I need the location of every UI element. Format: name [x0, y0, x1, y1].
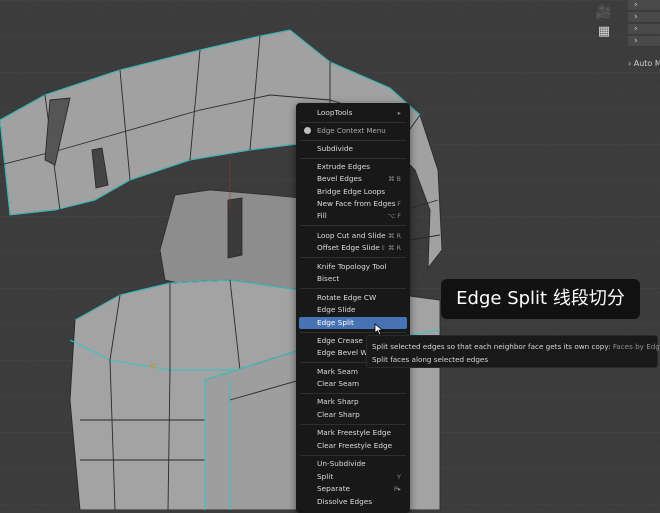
edge-split-tooltip: Split selected edges so that each neighb…: [366, 335, 660, 368]
menu-separator: [300, 288, 406, 289]
tooltip-subtext: Split faces along selected edges: [372, 355, 489, 364]
menu-item-extrude-edges[interactable]: Extrude Edges: [299, 161, 407, 173]
menu-item-fill[interactable]: Fill ⌥ F: [299, 210, 407, 222]
menu-item-split[interactable]: Split Y: [299, 471, 407, 483]
menu-item-knife-topology-tool[interactable]: Knife Topology Tool: [299, 261, 407, 273]
menu-item-edge-slide[interactable]: Edge Slide: [299, 304, 407, 316]
menu-item-mark-sharp[interactable]: Mark Sharp: [299, 396, 407, 408]
menu-item-bridge-edge-loops[interactable]: Bridge Edge Loops: [299, 186, 407, 198]
menu-item-loop-cut-and-slide[interactable]: Loop Cut and Slide ⌘ R: [299, 230, 407, 242]
menu-item-bisect[interactable]: Bisect: [299, 273, 407, 285]
menu-item-clear-sharp[interactable]: Clear Sharp: [299, 409, 407, 421]
menu-item-dissolve-edges[interactable]: Dissolve Edges: [299, 496, 407, 508]
menu-item-looptools[interactable]: LoopTools ▸: [299, 107, 407, 119]
menu-item-clear-freestyle-edge[interactable]: Clear Freestyle Edge: [299, 440, 407, 452]
menu-separator: [300, 393, 406, 394]
menu-separator: [300, 122, 406, 123]
menu-item-offset-edge-slide[interactable]: Offset Edge Slide ⇧ ⌘ R: [299, 242, 407, 254]
collapsed-panel-arrow[interactable]: ›: [628, 36, 660, 47]
auto-merge-label: Auto M: [633, 59, 660, 68]
camera-icon[interactable]: 🎥: [595, 4, 613, 22]
grid-icon[interactable]: ▦: [595, 23, 613, 41]
menu-item-new-face-from-edges[interactable]: New Face from Edges F: [299, 198, 407, 210]
menu-separator: [300, 257, 406, 258]
collapsed-panel-arrow[interactable]: ›: [628, 0, 660, 11]
auto-merge-toggle[interactable]: › Auto M: [628, 59, 660, 68]
menu-header: Edge Context Menu: [299, 124, 407, 138]
menu-separator: [300, 140, 406, 141]
edge-context-menu: LoopTools ▸ Edge Context Menu Subdivide E…: [296, 103, 410, 513]
tooltip-value: Faces by Edges: [612, 342, 660, 351]
menu-item-subdivide[interactable]: Subdivide: [299, 143, 407, 155]
menu-item-un-subdivide[interactable]: Un-Subdivide: [299, 458, 407, 470]
menu-separator: [300, 424, 406, 425]
menu-separator: [300, 455, 406, 456]
menu-item-edge-split[interactable]: Edge Split: [299, 317, 407, 329]
tooltip-description: Split selected edges so that each neighb…: [372, 342, 660, 351]
collapsed-panel-arrow[interactable]: ›: [628, 12, 660, 23]
menu-item-clear-seam[interactable]: Clear Seam: [299, 378, 407, 390]
menu-separator: [300, 158, 406, 159]
menu-item-mark-freestyle-edge[interactable]: Mark Freestyle Edge: [299, 427, 407, 439]
menu-item-separate[interactable]: Separate P▸: [299, 483, 407, 495]
collapsed-panel-arrow[interactable]: ›: [628, 24, 660, 35]
menu-item-rotate-edge-cw[interactable]: Rotate Edge CW: [299, 292, 407, 304]
menu-separator: [300, 225, 406, 226]
video-caption: Edge Split 线段切分: [441, 279, 640, 319]
menu-separator: [300, 332, 406, 333]
menu-item-bevel-edges[interactable]: Bevel Edges ⌘ B: [299, 173, 407, 185]
info-icon: [304, 127, 311, 134]
